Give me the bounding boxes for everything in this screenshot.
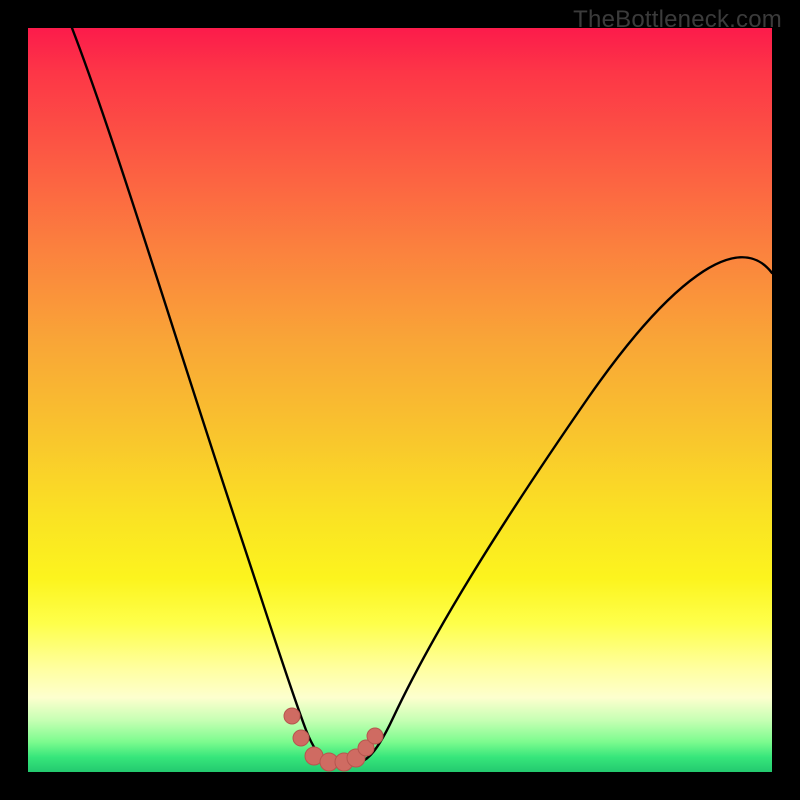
outer-frame: TheBottleneck.com: [0, 0, 800, 800]
chart-svg: [28, 28, 772, 772]
valley-marker-group: [284, 708, 383, 771]
valley-marker: [293, 730, 309, 746]
plot-area: [28, 28, 772, 772]
watermark-text: TheBottleneck.com: [573, 6, 782, 34]
valley-marker: [367, 728, 383, 744]
valley-marker: [284, 708, 300, 724]
bottleneck-curve: [72, 28, 772, 762]
